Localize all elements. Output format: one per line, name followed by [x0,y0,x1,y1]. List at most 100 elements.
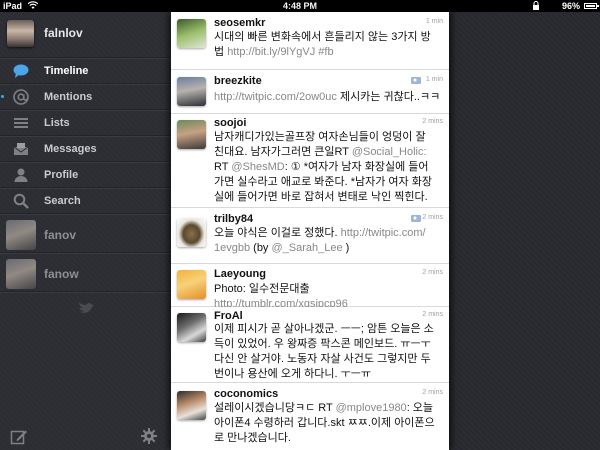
battery-percent: 96% [561,1,580,11]
account-avatar [6,220,36,250]
tweet-line: 설레이시겠습니당ㅋㄷ RT @mplove1980: 오늘 [214,401,441,416]
tweet-text: 설레이시겠습니당ㅋㄷ RT @mplove1980: 오늘 아이폰4 수령하러 … [214,401,441,446]
user-avatar[interactable] [177,77,206,106]
tweet-link[interactable]: http://bit.ly/9lYgVJ #fb [227,46,333,58]
nav-label: Lists [44,117,70,129]
tweet-text: 이제 피시가 곧 살아나겠군. ㅡㅡ; 암튼 오늘은 소 득이 있었어. 우 왕… [214,322,441,382]
current-account[interactable]: falnlov [0,12,175,57]
nav-mentions[interactable]: Mentions [0,84,175,109]
tweet-line: 로 만나겠습니다. [214,432,291,444]
tweet-text-span: ) [342,242,350,254]
tweet-username[interactable]: soojoi [214,117,246,129]
tweet-text-span: 오늘 야식은 이걸로 정했다. [214,227,341,239]
tweet-line: 남자캐디가있는골프장 여자손님들이 엉덩이 잘 [214,131,426,143]
tweet[interactable]: Laeyoung 2 mins Photo: 일수전문대출 http://tum… [171,264,449,310]
rotation-lock-icon [533,1,539,10]
bird-logo-icon [79,302,94,313]
tweet-link[interactable]: http://twitpic.com/ [341,227,426,239]
nav-label: Profile [44,169,79,181]
tweet-time: 2 mins [422,214,443,221]
background-right [449,12,600,450]
compose-icon[interactable] [10,428,28,446]
tweet-username[interactable]: Laeyoung [214,268,266,280]
tweet-text-span: : 오늘 [406,402,434,414]
nav-timeline[interactable]: Timeline [0,58,175,83]
tweet[interactable]: trilby84 2 mins 오늘 야식은 이걸로 정했다. http://t… [171,208,449,264]
tweet[interactable]: seosemkr 1 min 시대의 빠른 변화속에서 흔들리지 않는 3가지 … [171,12,449,70]
tweet-line: RT @ShesMD: ① *여자가 남자 화장실에 들어 [214,160,441,175]
tweet-mention[interactable]: @Social_Holic: [352,146,427,158]
tweet[interactable]: coconomics 2 mins 설레이시겠습니당ㅋㄷ RT @mplove1… [171,383,449,450]
other-account-fanov[interactable]: fanov [0,216,175,256]
tweet-username[interactable]: seosemkr [214,17,265,29]
tweet-text-span: (by [250,242,272,254]
nav-profile[interactable]: Profile [0,162,175,187]
tweet-username[interactable]: FroAl [214,310,243,322]
nav-search[interactable]: Search [0,188,175,213]
user-avatar[interactable] [177,391,206,420]
tweet-mention[interactable]: @mplove1980 [336,402,407,414]
tweet-link[interactable]: http://twitpic.com/2ow0uc [214,91,337,103]
account-avatar[interactable] [7,20,34,47]
tweet-time: 2 mins [422,118,443,125]
tweet-time: 2 mins [422,311,443,318]
user-avatar[interactable] [177,19,206,48]
divider [0,252,175,253]
battery-fill [586,5,595,7]
tweet-time: 1 min [425,76,443,83]
tweet-text-span: : ① *여자가 남자 화장실에 들어 [284,161,429,173]
tweet-line: 친대요. 남자가그러면 큰일RT @Social_Holic: [214,145,441,160]
tweet-time: 1 min [425,18,443,25]
tweet-line: 시대의 빠른 변화속에서 흔들리지 않는 3가지 방 [214,31,431,43]
user-avatar[interactable] [177,120,206,149]
tweet[interactable]: soojoi 2 mins 남자캐디가있는골프장 여자손님들이 엉덩이 잘 친대… [171,114,449,208]
battery-icon [584,3,599,9]
sidebar-toolbar [0,422,175,450]
gear-icon[interactable] [140,427,158,445]
tweet[interactable]: breezkite 1 min http://twitpic.com/2ow0u… [171,70,449,114]
envelope-icon [13,143,29,155]
account-name: falnlov [44,26,83,40]
speech-bubble-icon [13,64,29,78]
tweet-username[interactable]: coconomics [214,388,278,400]
tweet-text: 오늘 야식은 이걸로 정했다. http://twitpic.com/ 1evg… [214,226,441,256]
tweet-line: 1evgbb (by @_Sarah_Lee ) [214,241,441,256]
nav-label: Mentions [44,91,93,103]
photo-attachment-icon [411,77,421,84]
tweet-text-span: 제시카는 귀찮다..ㅋㅋ [336,91,441,103]
tweet-mention[interactable]: @_Sarah_Lee [272,242,343,254]
nav-label: Timeline [44,65,89,77]
user-avatar[interactable] [177,313,206,342]
tweet-line: 오늘 야식은 이걸로 정했다. http://twitpic.com/ [214,226,441,241]
unread-indicator [1,95,4,98]
tweet-text-span: Photo: 일수전문대출 [214,283,310,295]
tweet-line: 번이나 용산에 오게 하다니. ㅜㅡㅠ [214,368,371,380]
tweet-username[interactable]: breezkite [214,75,262,87]
other-account-fanow[interactable]: fanow [0,255,175,295]
tweet-line: 득이 있었어. 우 왕짜증 팍스콘 메인보드. ㅠㅡㅜ [214,338,431,350]
tweet-text-span: 설레이시겠습니당ㅋㄷ RT [214,402,336,414]
tweet-line: 실에 들어가면 바로 잡혀서 변태로 낙인 찍힌다. [214,191,428,203]
timeline-panel[interactable]: seosemkr 1 min 시대의 빠른 변화속에서 흔들리지 않는 3가지 … [171,12,449,450]
tweet-text-span: 친대요. 남자가그러면 큰일RT [214,146,352,158]
tweet-time: 2 mins [422,269,443,276]
list-icon [14,118,28,128]
user-avatar[interactable] [177,218,206,247]
nav-lists[interactable]: Lists [0,110,175,135]
tweet-username[interactable]: trilby84 [214,213,253,225]
account-avatar [6,259,36,289]
tweet-link[interactable]: 1evgbb [214,242,250,254]
nav-messages[interactable]: Messages [0,136,175,161]
tweet-mention[interactable]: @ShesMD [231,161,284,173]
tweet-text: 남자캐디가있는골프장 여자손님들이 엉덩이 잘 친대요. 남자가그러면 큰일RT… [214,130,441,205]
tweet-line: 가면 실수라고 애교로 봐준다. *남자가 여자 화장 [214,176,432,188]
status-bar: iPad 4:48 PM 96% [0,0,600,12]
tweet[interactable]: FroAl 2 mins 이제 피시가 곧 살아나겠군. ㅡㅡ; 암튼 오늘은 … [171,307,449,383]
nav-label: Messages [44,143,97,155]
tweet-text-span: RT [214,161,232,173]
tweet-line: 다신 안 살거야. 노동자 자살 사건도 그렇지만 두 [214,353,431,365]
photo-attachment-icon [411,215,421,222]
divider [0,213,175,214]
tweet-line: 아이폰4 수령하러 갑니다.skt ㅉㅉ.이제 아이폰으 [214,417,435,429]
user-avatar[interactable] [177,270,206,299]
